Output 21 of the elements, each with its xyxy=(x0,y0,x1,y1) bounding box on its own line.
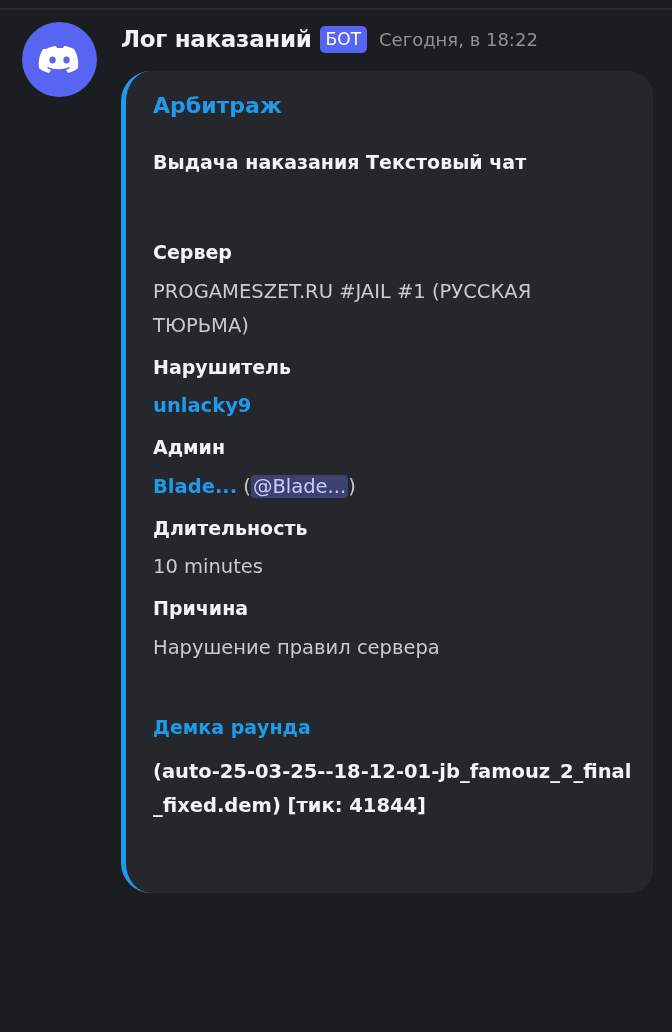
avatar-icon[interactable] xyxy=(22,22,97,97)
user-mention[interactable]: @Blade... xyxy=(250,474,349,498)
field-value: PROGAMESZET.RU #JAIL #1 (РУССКАЯ ТЮРЬМА) xyxy=(153,279,532,337)
field-value: Нарушение правил сервера xyxy=(153,635,440,659)
field-value: ) xyxy=(348,474,356,498)
field-name: Причина xyxy=(153,596,250,621)
field-value: ( xyxy=(242,474,251,498)
embed-title: Арбитраж xyxy=(153,91,283,120)
timestamp: Сегодня, в 18:22 xyxy=(379,27,538,52)
field-value: (auto-25-03-25--18-12-01-jb_famouz_2_final_fixed.dem) [тик: 41844] xyxy=(153,760,632,817)
user-link[interactable]: Blade... xyxy=(153,474,238,498)
field-name: Админ xyxy=(153,435,227,460)
author-name[interactable]: Лог наказаний xyxy=(121,22,312,57)
embed-description: Выдача наказания Текстовый чат xyxy=(153,149,528,175)
field-name: Нарушитель xyxy=(153,354,293,380)
bot-badge: БОТ xyxy=(319,25,368,53)
user-link[interactable]: unlacky9 xyxy=(153,394,252,417)
field-name: Длительность xyxy=(153,515,309,541)
field-name: Сервер xyxy=(153,240,233,265)
field-value: 10 minutes xyxy=(153,555,263,578)
field-link-title[interactable]: Демка раунда xyxy=(153,712,633,741)
